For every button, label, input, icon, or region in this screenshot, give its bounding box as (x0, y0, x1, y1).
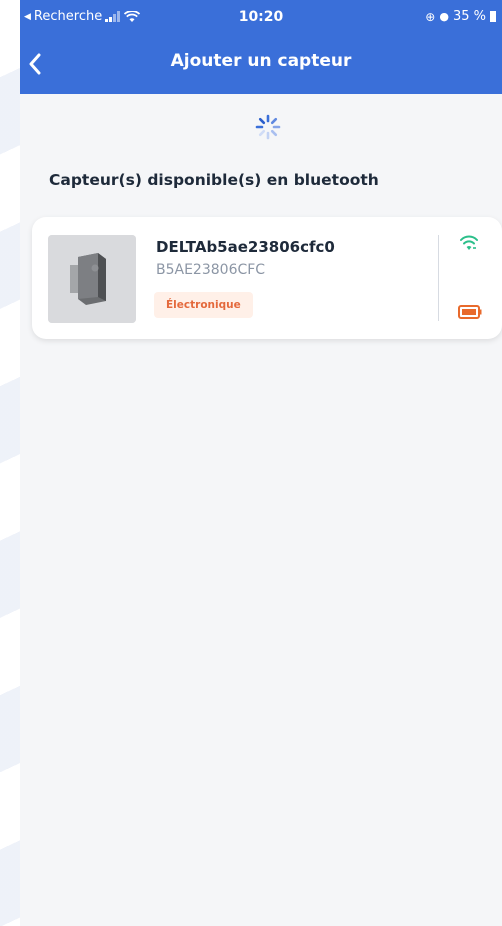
status-bar: ◀ Recherche 10:20 ⊕ ● 35 % (20, 0, 502, 34)
battery-icon (458, 305, 482, 319)
card-divider (438, 235, 439, 321)
orientation-lock-icon: ⊕ (425, 9, 436, 24)
device-type-label: Électronique (166, 299, 241, 311)
spinner-icon (255, 114, 281, 140)
device-id: B5AE23806CFC (156, 262, 266, 278)
sensor-device-image (48, 235, 136, 323)
page-title: Ajouter un capteur (170, 51, 352, 71)
phone-screen: ◀ Recherche 10:20 ⊕ ● 35 % Ajouter un ca… (20, 0, 502, 926)
alarm-icon: ● (439, 10, 449, 23)
status-right: ⊕ ● 35 % (425, 9, 496, 24)
device-type-badge: Électronique (154, 292, 253, 318)
device-name: DELTAb5ae23806cfc0 (156, 238, 335, 256)
battery-percent: 35 % (452, 9, 486, 24)
battery-status-icon (490, 11, 496, 22)
device-card[interactable]: DELTAb5ae23806cfc0 B5AE23806CFC Électron… (32, 217, 502, 339)
section-title: Capteur(s) disponible(s) en bluetooth (49, 171, 379, 189)
wifi-icon (460, 235, 478, 250)
device-thumbnail (48, 235, 136, 323)
navigation-bar: Ajouter un capteur (20, 34, 502, 94)
